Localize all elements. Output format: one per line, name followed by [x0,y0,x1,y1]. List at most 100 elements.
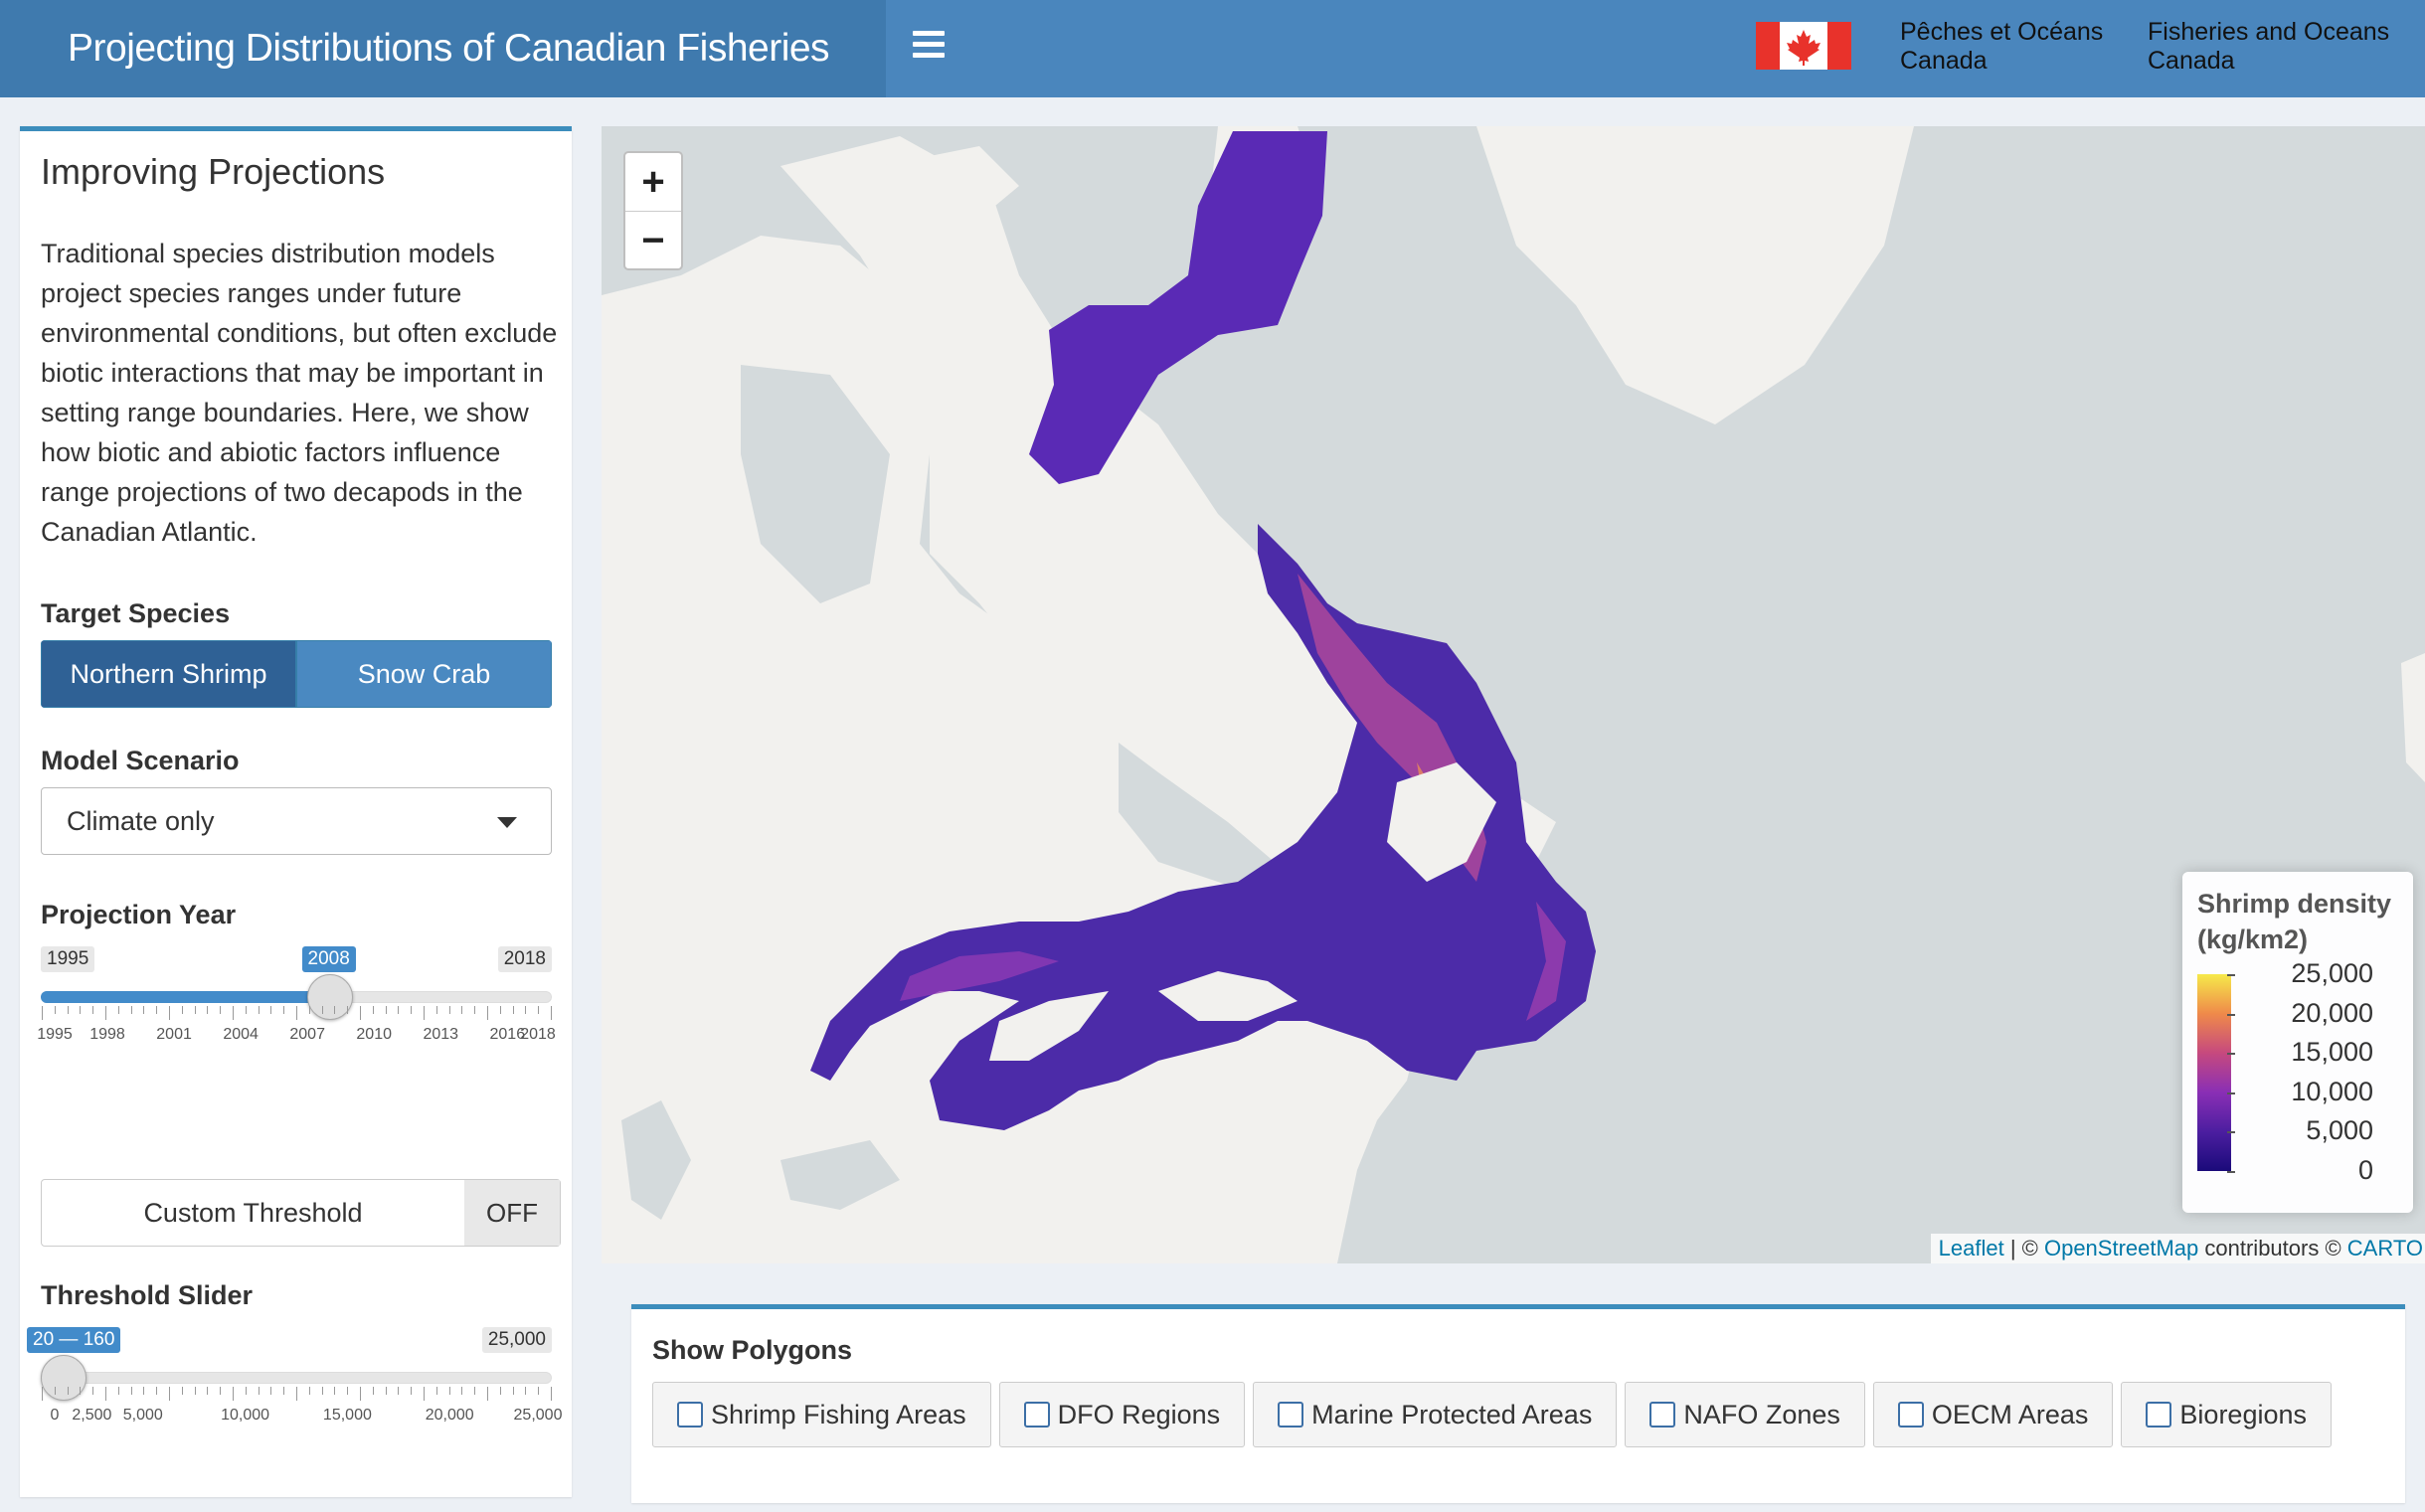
chevron-down-icon [497,817,517,828]
threshold-tick [372,1387,374,1395]
year-tick [308,1006,310,1014]
year-tick [92,1006,94,1014]
threshold-tick [411,1387,413,1395]
polygon-toggle-shrimp-fishing-areas[interactable]: Shrimp Fishing Areas [652,1382,991,1447]
threshold-tick [105,1387,106,1401]
threshold-tick [347,1387,349,1395]
polygon-checkbox-group: Shrimp Fishing Areas DFO Regions Marine Pr… [652,1382,2332,1447]
threshold-tick [220,1387,222,1395]
threshold-slider-max-label: 25,000 [481,1327,552,1353]
polygon-toggle-dfo-regions[interactable]: DFO Regions [998,1382,1246,1447]
year-tick [194,1006,196,1014]
year-slider-handle[interactable] [306,974,353,1020]
zoom-in-button[interactable]: + [625,153,681,212]
year-tick [411,1006,413,1014]
basemap[interactable] [602,126,2425,1263]
year-tick [130,1006,132,1014]
carto-link[interactable]: CARTO [2347,1236,2423,1260]
year-tick [169,1006,170,1020]
threshold-tick [283,1387,285,1395]
threshold-tick [92,1387,94,1395]
threshold-tick [487,1387,488,1401]
model-scenario-label: Model Scenario [41,746,240,775]
attribution-contributors: contributors © [2198,1236,2347,1260]
canada-flag-icon [1756,22,1851,70]
threshold-tick-label: 0 [50,1407,60,1424]
legend-label: 10,000 [2291,1076,2373,1106]
year-tick [334,1006,336,1014]
threshold-tick-label: 15,000 [322,1407,372,1424]
year-tick-label: 2004 [223,1026,259,1043]
threshold-tick-label: 2,500 [72,1407,112,1424]
model-scenario-select[interactable]: Climate only [41,787,552,855]
controls-sidebar: Improving Projections Traditional specie… [20,126,572,1497]
threshold-tick [360,1387,361,1401]
projection-year-label: Projection Year [41,900,237,929]
threshold-tick [258,1387,260,1395]
threshold-tick [169,1387,170,1401]
threshold-tick [194,1387,196,1395]
species-button-snow-crab[interactable]: Snow Crab [296,640,552,708]
year-tick-label: 2013 [423,1026,459,1043]
threshold-tick-label: 10,000 [221,1407,270,1424]
polygon-toggle-bioregions[interactable]: Bioregions [2121,1382,2332,1447]
attribution-separator: | © [2003,1236,2044,1260]
custom-threshold-toggle[interactable]: Custom Threshold OFF [41,1179,561,1247]
species-toggle: Northern Shrimp Snow Crab [41,640,552,708]
legend-label: 20,000 [2291,997,2373,1028]
checkbox-icon[interactable] [1897,1402,1924,1428]
top-header: Projecting Distributions of Canadian Fis… [0,0,2425,97]
osm-link[interactable]: OpenStreetMap [2044,1236,2198,1260]
map-panel[interactable]: + − Shrimp density (kg/km2) 25,000 20,000… [602,126,2425,1263]
threshold-tick [424,1387,425,1401]
threshold-tick [233,1387,234,1401]
custom-threshold-state[interactable]: OFF [464,1180,560,1246]
polygon-toggle-label: Shrimp Fishing Areas [711,1399,966,1429]
zoom-out-button[interactable]: − [625,212,681,269]
checkbox-icon[interactable] [1649,1402,1676,1428]
year-tick [512,1006,514,1014]
density-legend: Shrimp density (kg/km2) 25,000 20,000 15,0… [2182,872,2413,1213]
polygon-toggle-label: Marine Protected Areas [1311,1399,1593,1429]
checkbox-icon[interactable] [2146,1402,2172,1428]
legend-tick [2227,974,2235,976]
checkbox-icon[interactable] [1278,1402,1304,1428]
year-tick [385,1006,387,1014]
polygon-toggle-nafo-zones[interactable]: NAFO Zones [1625,1382,1865,1447]
year-tick-label: 2018 [520,1026,556,1043]
threshold-tick [461,1387,463,1395]
sidebar-description: Traditional species distribution models … [41,239,558,547]
year-tick [233,1006,234,1020]
projection-year-slider[interactable]: 1995 2018 2008 1995 1998 2001 2004 2007 2010 2… [37,946,556,1066]
polygon-toggle-oecm-areas[interactable]: OECM Areas [1872,1382,2114,1447]
threshold-slider[interactable]: 20 — 160 25,000 0 2,500 5,000 10,000 15,000 2… [27,1327,562,1446]
legend-color-bar [2197,974,2231,1171]
year-tick [448,1006,450,1014]
threshold-slider-value-label: 20 — 160 [27,1327,121,1353]
year-slider-min-label: 1995 [41,946,95,972]
year-tick [398,1006,400,1014]
polygon-toggle-label: DFO Regions [1057,1399,1221,1429]
threshold-tick [67,1387,69,1395]
threshold-tick [130,1387,132,1395]
polygon-toggle-label: Bioregions [2179,1399,2307,1429]
polygon-toggle-label: NAFO Zones [1683,1399,1840,1429]
polygon-toggle-marine-protected-areas[interactable]: Marine Protected Areas [1253,1382,1618,1447]
year-tick [156,1006,158,1014]
hamburger-menu-icon[interactable] [913,31,945,65]
threshold-tick [308,1387,310,1395]
year-tick [461,1006,463,1014]
legend-tick [2227,1171,2235,1173]
legend-tick [2227,1131,2235,1134]
year-tick [296,1006,297,1020]
leaflet-link[interactable]: Leaflet [1939,1236,2004,1260]
checkbox-icon[interactable] [1023,1402,1050,1428]
legend-tick [2227,1013,2235,1016]
year-tick [181,1006,183,1014]
year-tick [435,1006,437,1014]
threshold-slider-track[interactable] [41,1372,552,1384]
year-tick-label: 1998 [89,1026,125,1043]
year-tick [360,1006,361,1020]
species-button-northern-shrimp[interactable]: Northern Shrimp [41,640,296,708]
checkbox-icon[interactable] [677,1402,703,1428]
